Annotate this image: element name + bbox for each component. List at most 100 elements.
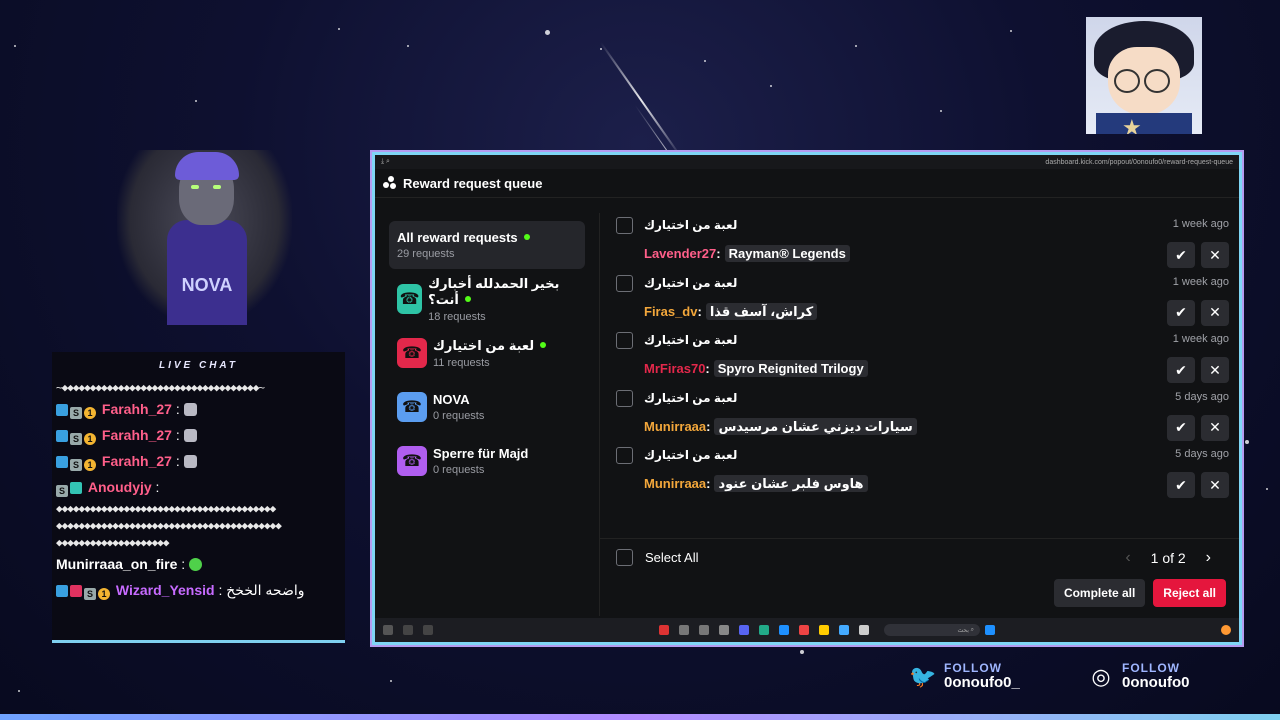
reward-queue-window: ⤓ ⌕ dashboard.kick.com/popout/0onoufo0/r…	[375, 155, 1239, 642]
sidebar-item-reward[interactable]: ☎ لعبة من اختيارك 11 requests	[389, 329, 585, 377]
instagram-icon: ◎	[1091, 663, 1111, 689]
check-icon: ✔	[1175, 476, 1187, 493]
chat-text: واضحه الخخخ	[226, 582, 305, 598]
close-icon: ✕	[1209, 419, 1221, 436]
bottom-accent-strip	[0, 714, 1280, 720]
tray-icon[interactable]	[383, 625, 393, 635]
app-icon[interactable]	[699, 625, 709, 635]
store-icon[interactable]	[839, 625, 849, 635]
app-icon[interactable]	[859, 625, 869, 635]
chat-username[interactable]: Wizard_Yensid	[116, 582, 215, 598]
chat-username[interactable]: Farahh_27	[102, 427, 172, 443]
check-icon: ✔	[1175, 361, 1187, 378]
download-icon[interactable]: ⤓ ⌕	[381, 158, 390, 166]
chat-username[interactable]: Farahh_27	[102, 401, 172, 417]
chat-username[interactable]: Munirraaa_on_fire	[56, 556, 177, 572]
chat-decoration: ◆◆◆◆◆◆◆◆◆◆◆◆◆◆◆◆◆◆◆◆◆◆◆◆◆◆◆◆◆◆◆◆◆◆◆◆◆◆◆◆	[56, 519, 282, 532]
next-page-icon[interactable]: ›	[1206, 549, 1211, 567]
chrome-icon[interactable]	[759, 625, 769, 635]
request-username[interactable]: Firas_dv	[644, 304, 697, 319]
approve-button[interactable]: ✔	[1167, 472, 1195, 499]
live-dot-icon	[540, 341, 547, 348]
sidebar-item-reward[interactable]: ☎ NOVA 0 requests	[389, 383, 585, 431]
request-message: Spyro Reignited Trilogy	[713, 360, 868, 378]
request-row: لعبة من اختيارك MrFiras70: Spyro Reignite…	[600, 328, 1239, 386]
twitter-handle: 0onoufo0_	[944, 674, 1020, 691]
request-checkbox[interactable]	[616, 274, 633, 292]
weather-icon[interactable]	[1221, 625, 1231, 635]
tray-icon[interactable]	[423, 625, 433, 635]
approve-button[interactable]: ✔	[1167, 242, 1195, 268]
complete-all-button[interactable]: Complete all	[1053, 579, 1146, 607]
avatar-cap	[175, 152, 239, 180]
tray-icon[interactable]	[403, 625, 413, 635]
reject-button[interactable]: ✕	[1201, 299, 1229, 326]
request-time: 1 week ago	[1172, 218, 1229, 230]
close-icon: ✕	[1209, 476, 1221, 493]
approve-button[interactable]: ✔	[1167, 414, 1195, 441]
reject-button[interactable]: ✕	[1201, 357, 1229, 384]
twitter-icon: 🐦	[909, 663, 937, 689]
request-username[interactable]: Lavender27	[644, 246, 716, 261]
request-time: 1 week ago	[1172, 275, 1229, 288]
reject-button[interactable]: ✕	[1201, 414, 1229, 441]
pagination: ‹ 1 of 2 ›	[1115, 549, 1221, 567]
windows-start-icon[interactable]	[985, 625, 995, 635]
app-icon[interactable]	[719, 625, 729, 635]
folder-icon[interactable]	[819, 625, 829, 635]
gift-badge-icon	[70, 482, 82, 494]
prev-page-icon[interactable]: ‹	[1125, 549, 1130, 567]
reject-button[interactable]: ✕	[1201, 472, 1229, 499]
follow-label: FOLLOW	[944, 661, 1002, 675]
os-taskbar: بحث ⌕	[375, 618, 1239, 642]
reject-button[interactable]: ✕	[1201, 242, 1229, 268]
request-username[interactable]: Munirraaa	[644, 419, 706, 434]
request-message: هاوس فلبر عشان عنود	[714, 475, 868, 493]
request-checkbox[interactable]	[616, 217, 633, 234]
taskbar-search[interactable]: بحث ⌕	[884, 624, 980, 636]
sidebar-item-count: 0 requests	[433, 410, 485, 422]
sidebar-item-all-rewards[interactable]: All reward requests 29 requests	[389, 221, 585, 269]
approve-button[interactable]: ✔	[1167, 299, 1195, 326]
request-checkbox[interactable]	[616, 332, 633, 350]
edge-icon[interactable]	[779, 625, 789, 635]
sidebar-item-reward[interactable]: ☎ Sperre für Majd 0 requests	[389, 437, 585, 485]
sidebar-item-reward[interactable]: ☎ بخير الحمدلله أخبارك أنت؟ 18 requests	[389, 275, 585, 323]
sidebar-item-label: All reward requests	[397, 230, 518, 245]
instagram-follow: ◎ FOLLOW 0onoufo0	[1086, 661, 1189, 691]
select-all-control[interactable]: Select All	[616, 549, 698, 566]
chat-username[interactable]: Anoudyjy	[88, 479, 152, 495]
chat-message: S1 Farahh_27 :	[52, 422, 345, 448]
search-placeholder: بحث	[957, 627, 969, 634]
request-checkbox[interactable]	[616, 389, 633, 407]
discord-icon[interactable]	[739, 625, 749, 635]
star-icon: ★	[1122, 115, 1142, 134]
follow-label: FOLLOW	[1122, 661, 1180, 675]
live-dot-icon	[523, 234, 530, 240]
app-icon[interactable]	[659, 625, 669, 635]
sidebar-item-count: 29 requests	[397, 248, 455, 260]
chat-decoration: ◆◆◆◆◆◆◆◆◆◆◆◆◆◆◆◆◆◆◆◆	[56, 536, 169, 549]
chat-message: S1 Farahh_27 :	[52, 396, 345, 422]
verified-badge-icon	[56, 404, 68, 416]
avatar-eye-icon	[213, 185, 221, 189]
kick-logo-icon	[383, 176, 397, 190]
request-username[interactable]: MrFiras70	[644, 361, 705, 376]
chat-username[interactable]: Farahh_27	[102, 453, 172, 469]
request-checkbox[interactable]	[616, 447, 633, 465]
sub-badge-icon: S	[84, 588, 96, 600]
approve-button[interactable]: ✔	[1167, 357, 1195, 384]
request-username[interactable]: Munirraaa	[644, 476, 706, 491]
verified-badge-icon	[56, 456, 68, 468]
app-icon[interactable]	[679, 625, 689, 635]
brave-icon[interactable]	[799, 625, 809, 635]
page-indicator: 1 of 2	[1150, 550, 1186, 566]
reject-all-button[interactable]: Reject all	[1153, 579, 1226, 607]
request-message: Rayman® Legends	[724, 245, 850, 262]
request-row: لعبة من اختيارك Firas_dv: كراش، آسف قذا 1…	[600, 271, 1239, 329]
request-row: لعبة من اختيارك Lavender27: Rayman® Legen…	[600, 213, 1239, 271]
select-all-checkbox[interactable]	[616, 549, 633, 566]
url-text[interactable]: dashboard.kick.com/popout/0onoufo0/rewar…	[1045, 159, 1233, 166]
check-icon: ✔	[1175, 246, 1187, 263]
reward-phone-icon: ☎	[397, 338, 427, 368]
